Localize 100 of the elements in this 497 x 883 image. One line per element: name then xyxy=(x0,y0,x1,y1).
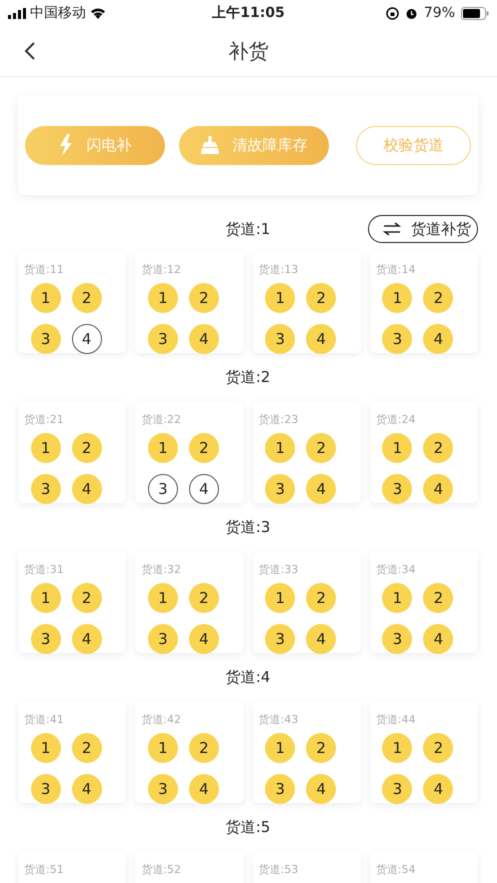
slot-button[interactable]: 3 xyxy=(265,774,296,804)
slot-button[interactable]: 1 xyxy=(265,583,296,613)
slot-button[interactable]: 4 xyxy=(306,774,336,804)
lane-label: 货道:14 xyxy=(376,262,416,277)
slot-button[interactable]: 1 xyxy=(148,583,178,613)
slot-button[interactable]: 1 xyxy=(382,733,412,763)
page-title: 补货 xyxy=(228,38,268,64)
carrier-name: 中国移动 xyxy=(30,4,86,22)
slot-button[interactable]: 3 xyxy=(148,324,178,354)
lane-label: 货道:44 xyxy=(376,712,416,727)
battery-icon xyxy=(461,6,490,20)
slot-button[interactable]: 2 xyxy=(423,433,454,463)
slot-button[interactable]: 1 xyxy=(148,733,178,763)
slot-button[interactable]: 4 xyxy=(188,324,219,354)
lane-label: 货道:13 xyxy=(258,262,300,277)
lane-label: 货道:54 xyxy=(376,862,416,877)
slot-button[interactable]: 3 xyxy=(148,624,178,654)
slot-button[interactable]: 1 xyxy=(382,433,412,463)
lane-label: 货道:21 xyxy=(24,412,65,427)
slot-button[interactable]: 4 xyxy=(188,474,219,504)
lane-label: 货道:11 xyxy=(24,262,65,277)
slot-button[interactable]: 4 xyxy=(72,774,102,804)
slot-button[interactable]: 2 xyxy=(423,583,454,613)
slot-button[interactable]: 1 xyxy=(30,583,61,613)
slot-button[interactable]: 2 xyxy=(306,583,336,613)
swap-icon xyxy=(383,222,401,236)
slot-button[interactable]: 2 xyxy=(423,283,454,313)
slot-button[interactable]: 1 xyxy=(265,433,296,463)
slot-button[interactable]: 2 xyxy=(188,283,219,313)
lightning-icon xyxy=(58,134,72,156)
slot-button[interactable]: 2 xyxy=(188,583,219,613)
slot-button[interactable]: 3 xyxy=(382,774,412,804)
lane-label: 货道:43 xyxy=(258,712,300,727)
slot-button[interactable]: 4 xyxy=(72,624,102,654)
slot-button[interactable]: 4 xyxy=(188,774,219,804)
slot-button[interactable]: 1 xyxy=(148,433,178,463)
slot-button[interactable]: 4 xyxy=(423,624,454,654)
slot-button[interactable]: 4 xyxy=(72,324,102,354)
lane-label: 货道:34 xyxy=(376,562,416,577)
slot-button[interactable]: 4 xyxy=(306,624,336,654)
lane-label: 货道:22 xyxy=(141,412,182,427)
slot-button[interactable]: 1 xyxy=(30,283,61,313)
slot-button[interactable]: 2 xyxy=(72,583,102,613)
group-title: 货道:4 xyxy=(226,668,270,686)
slot-button[interactable]: 1 xyxy=(382,283,412,313)
slot-button[interactable]: 2 xyxy=(423,733,454,763)
lane-label: 货道:41 xyxy=(24,712,65,727)
slot-button[interactable]: 2 xyxy=(188,733,219,763)
lane-label: 货道:52 xyxy=(141,862,182,877)
slot-button[interactable]: 4 xyxy=(188,624,219,654)
slot-button[interactable]: 1 xyxy=(148,283,178,313)
lane-label: 货道:33 xyxy=(258,562,300,577)
group-title: 货道:3 xyxy=(226,518,270,536)
slot-button[interactable]: 2 xyxy=(188,433,219,463)
lane-label: 货道:51 xyxy=(24,862,65,877)
slot-button[interactable]: 3 xyxy=(382,324,412,354)
slot-button[interactable]: 4 xyxy=(423,474,454,504)
lane-label: 货道:23 xyxy=(258,412,300,427)
slot-button[interactable]: 3 xyxy=(265,324,296,354)
status-time: 上午11:05 xyxy=(212,4,285,22)
lane-label: 货道:32 xyxy=(141,562,182,577)
slot-button[interactable]: 3 xyxy=(30,324,61,354)
slot-button[interactable]: 3 xyxy=(30,474,61,504)
slot-button[interactable]: 1 xyxy=(30,733,61,763)
slot-button[interactable]: 3 xyxy=(382,624,412,654)
lane-label: 货道:24 xyxy=(376,412,416,427)
slot-button[interactable]: 3 xyxy=(265,624,296,654)
slot-button[interactable]: 3 xyxy=(30,774,61,804)
slot-button[interactable]: 4 xyxy=(423,324,454,354)
restock-button[interactable]: 货道补货 xyxy=(368,215,478,243)
slot-button[interactable]: 3 xyxy=(382,474,412,504)
rotation-lock-icon xyxy=(386,6,399,20)
slot-button[interactable]: 1 xyxy=(382,583,412,613)
group-title: 货道:1 xyxy=(226,220,270,238)
slot-button[interactable]: 4 xyxy=(306,474,336,504)
slot-button[interactable]: 2 xyxy=(306,283,336,313)
slot-button[interactable]: 2 xyxy=(72,433,102,463)
signal-icon xyxy=(8,8,26,18)
slot-button[interactable]: 2 xyxy=(72,283,102,313)
group-title: 货道:2 xyxy=(226,368,270,386)
slot-button[interactable]: 3 xyxy=(30,624,61,654)
battery-percent: 79% xyxy=(424,5,456,21)
wifi-icon xyxy=(90,7,106,19)
group-title: 货道:5 xyxy=(226,818,270,836)
back-icon xyxy=(24,41,36,61)
slot-button[interactable]: 2 xyxy=(306,733,336,763)
slot-button[interactable]: 1 xyxy=(30,433,61,463)
slot-button[interactable]: 4 xyxy=(423,774,454,804)
slot-button[interactable]: 1 xyxy=(265,733,296,763)
slot-button[interactable]: 4 xyxy=(72,474,102,504)
slot-button[interactable]: 3 xyxy=(148,474,178,504)
slot-button[interactable]: 4 xyxy=(306,324,336,354)
slot-button[interactable]: 2 xyxy=(306,433,336,463)
lane-label: 货道:53 xyxy=(258,862,300,877)
lane-label: 货道:42 xyxy=(141,712,182,727)
slot-button[interactable]: 2 xyxy=(72,733,102,763)
slot-button[interactable]: 1 xyxy=(265,283,296,313)
broom-icon xyxy=(200,136,218,154)
slot-button[interactable]: 3 xyxy=(265,474,296,504)
slot-button[interactable]: 3 xyxy=(148,774,178,804)
